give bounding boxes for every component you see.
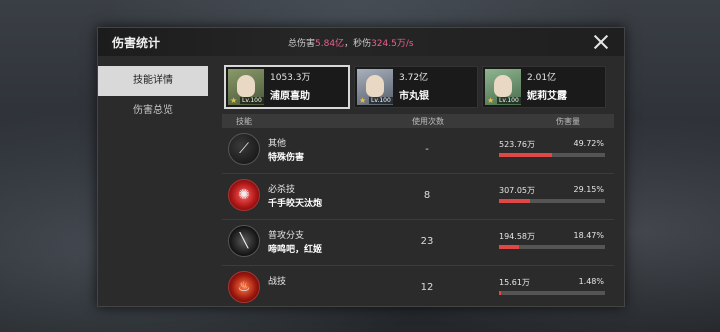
damage-bar <box>499 199 605 203</box>
table-row[interactable]: ✺ 必杀技 千手皎天汰炮 8 307.05万 29.15% <box>222 174 614 220</box>
hero-name: 浦原喜助 <box>270 91 310 102</box>
skill-damage-table: 技能 使用次数 伤害量 ⟋ 其他 特殊伤害 - 523.76万 49.72% ✺… <box>222 114 614 306</box>
close-icon[interactable] <box>590 31 612 53</box>
hero-level: Lv.100 <box>240 97 264 104</box>
slash-icon: ⟋ <box>228 133 260 165</box>
damage-amount: 194.58万 <box>499 232 535 241</box>
damage-percent: 18.47% <box>573 231 604 240</box>
header-skill: 技能 <box>236 117 252 126</box>
hero-level: Lv.100 <box>369 97 393 104</box>
skill-uses: 23 <box>420 236 434 247</box>
skill-uses: 8 <box>423 190 431 201</box>
star-icon: ★ <box>359 96 367 105</box>
burst-icon: ✺ <box>228 179 260 211</box>
hero-damage: 2.01亿 <box>527 73 557 83</box>
tab-skill-details[interactable]: 技能详情 <box>98 66 208 96</box>
totals-summary: 总伤害5.84亿，秒伤324.5万/s <box>288 36 414 49</box>
dps-label: ，秒伤 <box>344 39 372 49</box>
hero-selector: ★ Lv.100 1053.3万 浦原喜助 ★ Lv.100 3.72亿 市丸银 ★… <box>224 65 606 109</box>
hero-damage: 3.72亿 <box>399 73 429 83</box>
damage-amount: 307.05万 <box>499 186 535 195</box>
skill-name: 特殊伤害 <box>268 153 305 163</box>
damage-bar-fill <box>499 291 501 295</box>
skill-name: 啼鸣吧，红姬 <box>268 245 323 255</box>
damage-percent: 29.15% <box>573 185 604 194</box>
hero-damage: 1053.3万 <box>270 73 311 83</box>
skill-category: 必杀技 <box>268 185 296 195</box>
hero-card-urahara[interactable]: ★ Lv.100 1053.3万 浦原喜助 <box>224 65 350 109</box>
damage-percent: 1.48% <box>578 277 604 286</box>
table-header: 技能 使用次数 伤害量 <box>222 114 614 128</box>
total-damage-value: 5.84亿 <box>315 39 345 49</box>
damage-percent: 49.72% <box>573 139 604 148</box>
skill-uses: - <box>425 144 429 155</box>
damage-bar-fill <box>499 199 530 203</box>
hero-portrait: ★ Lv.100 <box>357 69 393 105</box>
damage-amount: 15.61万 <box>499 278 530 287</box>
hero-name: 市丸银 <box>399 91 429 102</box>
header-damage: 伤害量 <box>556 117 580 126</box>
hero-card-ichimaru[interactable]: ★ Lv.100 3.72亿 市丸银 <box>354 66 478 108</box>
hero-portrait: ★ Lv.100 <box>485 69 521 105</box>
dps-value: 324.5万/s <box>371 39 414 49</box>
skill-category: 战技 <box>268 277 287 287</box>
flame-icon: ♨ <box>228 271 260 303</box>
sword-icon: ╲ <box>228 225 260 257</box>
table-row[interactable]: ╲ 普攻分支 啼鸣吧，红姬 23 194.58万 18.47% <box>222 220 614 266</box>
damage-bar <box>499 245 605 249</box>
sidebar: 技能详情 伤害总览 <box>98 66 210 126</box>
table-row[interactable]: ♨ 战技 12 15.61万 1.48% <box>222 266 614 306</box>
star-icon: ★ <box>487 96 495 105</box>
damage-bar-fill <box>499 245 519 249</box>
hero-level: Lv.100 <box>497 97 521 104</box>
total-damage-label: 总伤害 <box>288 39 316 49</box>
skill-category: 普攻分支 <box>268 231 305 241</box>
skill-uses: 12 <box>420 282 434 293</box>
title-bar: 伤害统计 总伤害5.84亿，秒伤324.5万/s <box>98 28 624 56</box>
damage-bar <box>499 291 605 295</box>
tab-damage-overview[interactable]: 伤害总览 <box>98 96 208 126</box>
damage-bar-fill <box>499 153 552 157</box>
damage-stats-panel: 伤害统计 总伤害5.84亿，秒伤324.5万/s 技能详情 伤害总览 ★ Lv.1… <box>97 27 625 307</box>
hero-portrait: ★ Lv.100 <box>228 69 264 105</box>
hero-name: 妮莉艾露 <box>527 91 567 102</box>
skill-category: 其他 <box>268 139 287 149</box>
skill-name: 千手皎天汰炮 <box>268 199 323 209</box>
table-row[interactable]: ⟋ 其他 特殊伤害 - 523.76万 49.72% <box>222 128 614 174</box>
panel-title: 伤害统计 <box>112 36 161 50</box>
damage-bar <box>499 153 605 157</box>
star-icon: ★ <box>230 96 238 105</box>
damage-amount: 523.76万 <box>499 140 535 149</box>
header-uses: 使用次数 <box>412 117 444 126</box>
hero-card-nelliel[interactable]: ★ Lv.100 2.01亿 妮莉艾露 <box>482 66 606 108</box>
